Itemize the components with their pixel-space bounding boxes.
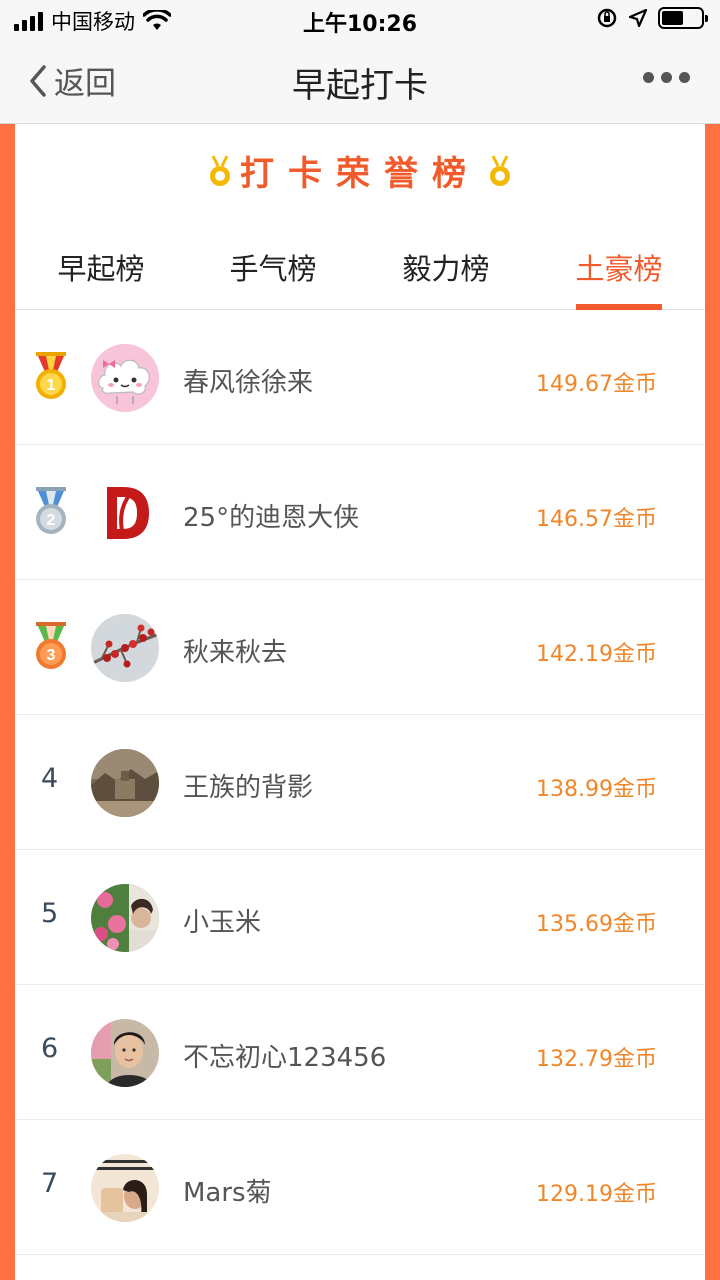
avatar[interactable] (91, 749, 159, 817)
more-options-button[interactable] (643, 72, 690, 83)
ranking-row[interactable]: 5 小玉米 135.69金币 (15, 850, 705, 985)
user-name: 王族的背影 (183, 773, 314, 803)
ranking-tabs: 早起榜 手气榜 毅力榜 土豪榜 (15, 224, 705, 310)
coin-amount: 149.67金币 (536, 372, 657, 397)
user-name: 秋来秋去 (183, 638, 288, 668)
coin-amount: 138.99金币 (536, 777, 657, 802)
medal-rank: 3 (47, 647, 56, 664)
tab-perseverance[interactable]: 毅力榜 (400, 246, 492, 288)
coin-amount: 129.19金币 (536, 1182, 657, 1207)
user-name: 春风徐徐来 (183, 368, 314, 398)
status-bar: 中国移动 上午10:26 (0, 0, 720, 40)
ranking-row[interactable]: 7 Mars菊 129.19金币 (15, 1120, 705, 1255)
silver-medal-icon: 2 (36, 487, 66, 534)
ranking-row[interactable]: 3 秋来秋去 142.19金币 (15, 580, 705, 715)
ranking-list: 1 春风徐徐来 149.67金币 2 25°的迪恩大侠 146.57金币 3 秋… (15, 310, 705, 1255)
medal-rank: 2 (47, 512, 56, 529)
cloud-avatar-icon (91, 344, 159, 412)
rank-number: 6 (41, 1033, 59, 1064)
avatar[interactable] (91, 344, 159, 412)
flowers-photo-icon (91, 884, 159, 952)
medal-icon (210, 154, 230, 186)
page-title: 早起打卡 (292, 66, 428, 106)
leaderboard-card: 打卡荣誉榜 早起榜 手气榜 毅力榜 土豪榜 1 春风徐徐来 149.67金币 2… (15, 124, 705, 1280)
medal-rank: 1 (47, 377, 56, 394)
landscape-photo-icon (91, 749, 159, 817)
tab-wealthy[interactable]: 土豪榜 (573, 246, 665, 288)
girl-photo-icon (91, 1154, 159, 1222)
avatar[interactable] (91, 614, 159, 682)
ranking-row[interactable]: 2 25°的迪恩大侠 146.57金币 (15, 445, 705, 580)
avatar[interactable] (91, 1154, 159, 1222)
tab-luck[interactable]: 手气榜 (227, 246, 319, 288)
ranking-row[interactable]: 6 不忘初心123456 132.79金币 (15, 985, 705, 1120)
avatar[interactable] (91, 884, 159, 952)
user-name: 小玉米 (183, 908, 262, 938)
berries-branch-icon (91, 614, 159, 682)
avatar[interactable] (91, 479, 159, 547)
red-d-logo-icon (91, 479, 159, 547)
board-title-text: 打卡荣誉榜 (240, 154, 480, 194)
gold-medal-icon: 1 (36, 352, 66, 399)
rank-number: 5 (41, 898, 59, 929)
user-name: Mars菊 (183, 1178, 272, 1208)
battery-icon (658, 7, 708, 29)
bronze-medal-icon: 3 (36, 622, 66, 669)
coin-amount: 146.57金币 (536, 507, 657, 532)
navigation-bar: 返回 早起打卡 (0, 40, 720, 124)
user-name: 不忘初心123456 (183, 1043, 387, 1073)
tab-early-rise[interactable]: 早起榜 (55, 246, 147, 288)
user-name: 25°的迪恩大侠 (183, 503, 360, 533)
coin-amount: 135.69金币 (536, 912, 657, 937)
coin-amount: 132.79金币 (536, 1047, 657, 1072)
rank-number: 7 (41, 1168, 59, 1199)
board-title: 打卡荣誉榜 (15, 146, 705, 195)
ranking-row[interactable]: 1 春风徐徐来 149.67金币 (15, 310, 705, 445)
medal-icon (490, 154, 510, 186)
orientation-lock-icon (597, 8, 617, 28)
man-photo-icon (91, 1019, 159, 1087)
ranking-row[interactable]: 4 王族的背影 138.99金币 (15, 715, 705, 850)
coin-amount: 142.19金币 (536, 642, 657, 667)
avatar[interactable] (91, 1019, 159, 1087)
location-icon (628, 8, 648, 28)
rank-number: 4 (41, 763, 59, 794)
